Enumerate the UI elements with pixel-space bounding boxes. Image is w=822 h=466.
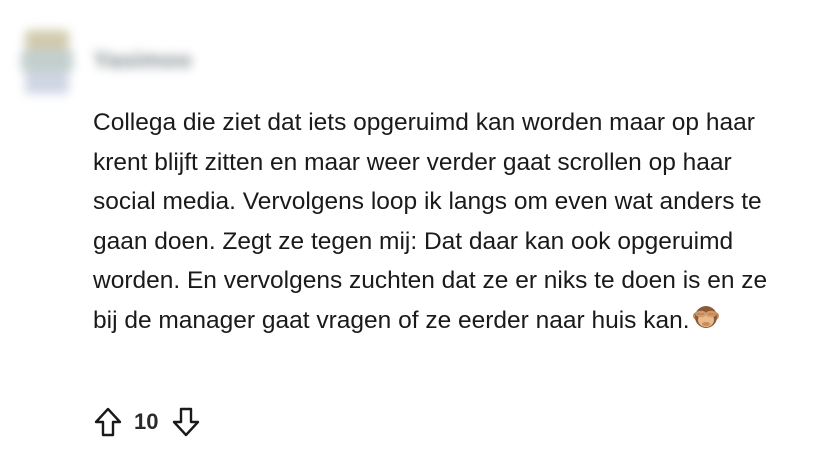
upvote-button[interactable] <box>92 403 124 441</box>
upvote-arrow-icon <box>94 407 122 437</box>
comment-body-text: Collega die ziet dat iets opgeruimd kan … <box>93 109 768 334</box>
avatar[interactable] <box>17 24 77 102</box>
downvote-arrow-icon <box>173 407 200 437</box>
comment-body: Collega die ziet dat iets opgeruimd kan … <box>93 103 783 343</box>
comment-author[interactable]: Yasimoo <box>93 47 192 75</box>
vote-score: 10 <box>134 409 159 434</box>
comment: Yasimoo Collega die ziet dat iets opgeru… <box>0 0 822 466</box>
comment-actions: 10 <box>92 403 202 441</box>
see-no-evil-monkey-icon <box>692 303 720 344</box>
downvote-button[interactable] <box>170 403 202 441</box>
